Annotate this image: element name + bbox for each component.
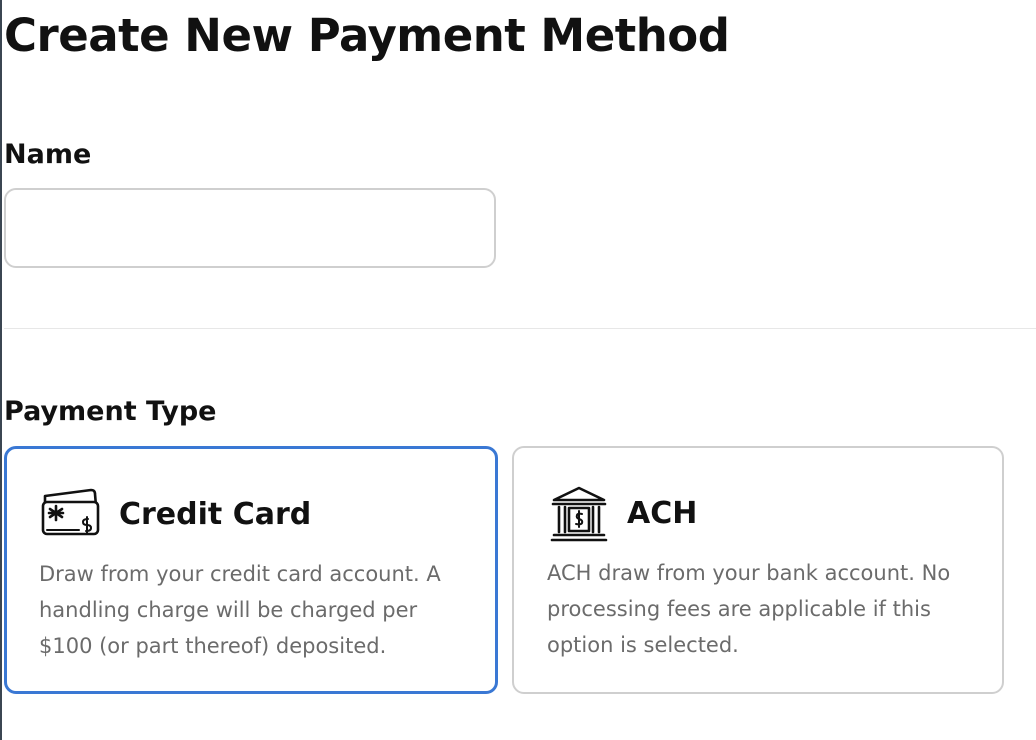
name-label: Name <box>4 139 92 170</box>
bank-icon <box>548 485 610 543</box>
payment-option-title: Credit Card <box>119 497 312 532</box>
credit-card-icon <box>39 486 101 544</box>
payment-option-description: Draw from your credit card account. A ha… <box>39 562 441 658</box>
payment-option-ach[interactable]: ACH ACH draw from your bank account. No … <box>512 446 1004 694</box>
payment-type-label: Payment Type <box>4 396 217 427</box>
payment-option-credit-card[interactable]: Credit Card Draw from your credit card a… <box>4 446 498 694</box>
payment-option-title: ACH <box>627 496 698 531</box>
create-payment-method-page: Create New Payment Method Name Payment T… <box>0 0 1036 740</box>
page-title: Create New Payment Method <box>4 9 730 62</box>
section-divider <box>4 328 1036 329</box>
name-input[interactable] <box>4 188 496 268</box>
payment-option-description: ACH draw from your bank account. No proc… <box>547 561 951 657</box>
